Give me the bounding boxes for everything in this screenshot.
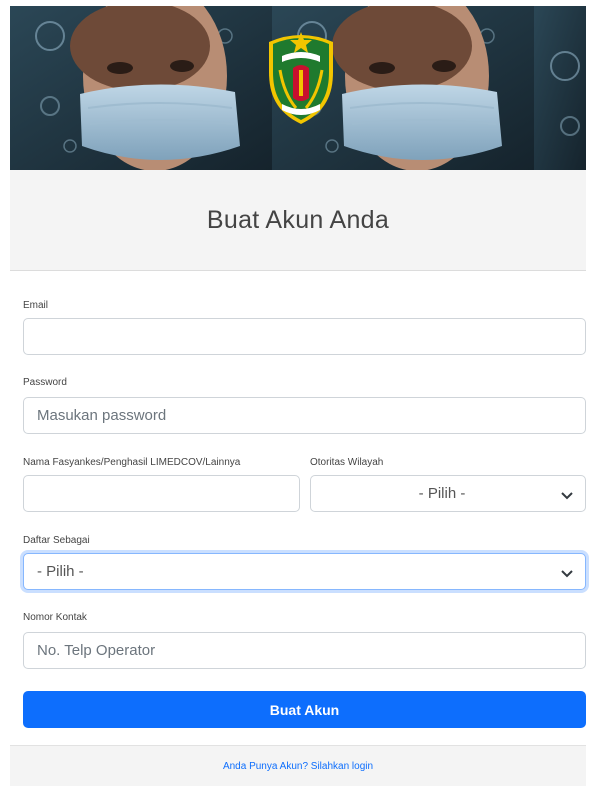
- contact-label: Nomor Kontak: [23, 612, 87, 623]
- register-as-label: Daftar Sebagai: [23, 535, 90, 546]
- create-account-button[interactable]: Buat Akun: [23, 691, 586, 728]
- chevron-down-icon: [561, 492, 573, 500]
- header-banner-image: [10, 6, 586, 170]
- page-title: Buat Akun Anda: [206, 205, 390, 234]
- chevron-down-icon: [561, 570, 573, 578]
- form-footer: Anda Punya Akun? Silahkan login: [10, 745, 586, 786]
- password-input[interactable]: [23, 397, 586, 434]
- facility-name-label: Nama Fasyankes/Penghasil LIMEDCOV/Lainny…: [23, 457, 241, 468]
- form-header: Buat Akun Anda: [10, 170, 586, 271]
- region-authority-selected-value: - Pilih -: [418, 485, 466, 502]
- email-input[interactable]: [23, 318, 586, 355]
- provincial-emblem-shield-icon: [269, 32, 333, 124]
- login-link[interactable]: Anda Punya Akun? Silahkan login: [223, 761, 373, 772]
- password-label: Password: [23, 377, 67, 388]
- email-label: Email: [23, 300, 49, 311]
- register-as-select[interactable]: - Pilih -: [23, 553, 586, 590]
- contact-input[interactable]: [23, 632, 586, 669]
- region-authority-label: Otoritas Wilayah: [310, 457, 384, 468]
- region-authority-select[interactable]: - Pilih -: [310, 475, 586, 512]
- facility-name-input[interactable]: [23, 475, 300, 512]
- register-as-selected-value: - Pilih -: [37, 563, 84, 580]
